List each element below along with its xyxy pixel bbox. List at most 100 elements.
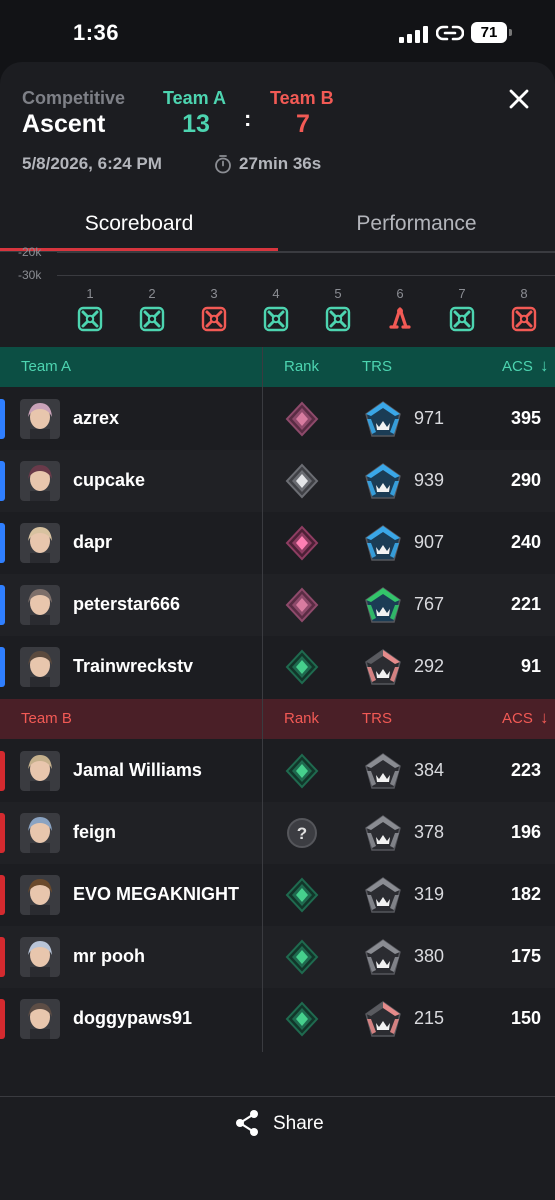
player-row[interactable]: mr pooh 380 175: [0, 926, 555, 988]
team-a-label: Team A: [163, 88, 227, 108]
defuse-icon: [386, 305, 414, 333]
trs-tier-icon: [362, 523, 404, 565]
rank-column-header[interactable]: Rank: [284, 710, 319, 727]
close-icon[interactable]: [504, 84, 534, 114]
trs-value: 767: [414, 594, 445, 614]
round-7[interactable]: 7: [447, 286, 477, 333]
acs-value: 395: [510, 408, 541, 428]
trs-tier-icon: [362, 875, 404, 917]
team-color-bar: [0, 875, 5, 915]
player-row[interactable]: dapr 907 240: [0, 512, 555, 574]
agent-avatar: [20, 399, 60, 439]
axis-label: -20k: [18, 245, 42, 259]
player-row[interactable]: EVO MEGAKNIGHT 319 182: [0, 864, 555, 926]
round-timeline: -20k -30k 1 2 3 4 5 6 7 8: [0, 245, 555, 348]
round-2[interactable]: 2: [137, 286, 167, 333]
player-row[interactable]: doggypaws91 215 150: [0, 988, 555, 1050]
team-b-label: Team B: [270, 88, 334, 108]
rank-icon: [284, 587, 320, 623]
round-number: 8: [520, 286, 528, 301]
trs-value: 971: [414, 408, 445, 428]
acs-column-header[interactable]: ACS: [502, 710, 533, 727]
signal-icon: [399, 25, 429, 43]
rank-icon: [284, 1001, 320, 1037]
grid-line: [57, 275, 555, 276]
acs-value: 290: [510, 470, 541, 490]
player-row[interactable]: Jamal Williams 384 223: [0, 740, 555, 802]
column-divider: [262, 347, 263, 1052]
round-6[interactable]: 6: [385, 286, 415, 333]
link-icon: [436, 25, 464, 41]
rank-column-header[interactable]: Rank: [284, 358, 319, 375]
acs-value: 223: [510, 760, 541, 780]
round-1[interactable]: 1: [75, 286, 105, 333]
round-8[interactable]: 8: [509, 286, 539, 333]
team-b-score: 7: [296, 110, 310, 138]
acs-column-header[interactable]: ACS: [502, 358, 533, 375]
round-number: 7: [458, 286, 466, 301]
player-row[interactable]: peterstar666 767 221: [0, 574, 555, 636]
trs-tier-icon: [362, 399, 404, 441]
grid-line: [57, 252, 555, 253]
agent-avatar: [20, 461, 60, 501]
tab-scoreboard[interactable]: Scoreboard: [0, 212, 278, 236]
share-button[interactable]: Share: [234, 1109, 354, 1139]
trs-tier-icon: [362, 999, 404, 1041]
team-color-bar: [0, 523, 5, 563]
sort-arrow-icon[interactable]: ↓: [540, 356, 549, 376]
trs-tier-icon: [362, 647, 404, 689]
player-name: Jamal Williams: [73, 760, 202, 780]
team-color-bar: [0, 647, 5, 687]
player-row[interactable]: feign ? 378 196: [0, 802, 555, 864]
match-date: 5/8/2026, 6:24 PM: [22, 154, 162, 173]
player-name: doggypaws91: [73, 1008, 193, 1028]
elimination-icon: [200, 305, 228, 333]
rank-icon: [284, 649, 320, 685]
player-row[interactable]: azrex 971 395: [0, 388, 555, 450]
agent-avatar: [20, 999, 60, 1039]
team-color-bar: [0, 461, 5, 501]
team-color-bar: [0, 937, 5, 977]
rank-icon: [284, 463, 320, 499]
agent-avatar: [20, 523, 60, 563]
trs-column-header[interactable]: TRS: [362, 710, 392, 727]
trs-value: 939: [414, 470, 445, 490]
agent-avatar: [20, 751, 60, 791]
team-color-bar: [0, 999, 5, 1039]
game-mode: Competitive: [22, 88, 126, 108]
round-4[interactable]: 4: [261, 286, 291, 333]
rank-icon: [284, 939, 320, 975]
acs-value: 175: [510, 946, 541, 966]
trs-value: 292: [414, 656, 445, 676]
acs-value: 91: [520, 656, 541, 676]
battery-icon: 71: [471, 22, 507, 43]
trs-tier-icon: [362, 585, 404, 627]
player-name: Trainwreckstv: [73, 656, 194, 676]
rank-icon: [284, 877, 320, 913]
rank-icon: ?: [284, 815, 320, 851]
round-5[interactable]: 5: [323, 286, 353, 333]
trs-column-header[interactable]: TRS: [362, 358, 392, 375]
share-label: Share: [273, 1113, 324, 1134]
elimination-icon: [510, 305, 538, 333]
axis-label: -30k: [18, 268, 42, 282]
tab-performance[interactable]: Performance: [278, 212, 555, 236]
round-number: 5: [334, 286, 342, 301]
player-row[interactable]: Trainwreckstv 292 91: [0, 636, 555, 698]
round-number: 6: [396, 286, 404, 301]
status-time: 1:36: [73, 20, 120, 45]
player-name: EVO MEGAKNIGHT: [73, 884, 240, 904]
rank-icon: [284, 753, 320, 789]
round-3[interactable]: 3: [199, 286, 229, 333]
acs-value: 240: [510, 532, 541, 552]
round-number: 2: [148, 286, 156, 301]
sort-arrow-icon[interactable]: ↓: [540, 708, 549, 728]
score-separator: :: [244, 106, 252, 131]
trs-value: 378: [414, 822, 445, 842]
trs-value: 215: [414, 1008, 445, 1028]
round-number: 1: [86, 286, 94, 301]
trs-tier-icon: [362, 813, 404, 855]
player-row[interactable]: cupcake 939 290: [0, 450, 555, 512]
status-bar: 1:36 71: [0, 0, 555, 62]
player-name: peterstar666: [73, 594, 181, 614]
